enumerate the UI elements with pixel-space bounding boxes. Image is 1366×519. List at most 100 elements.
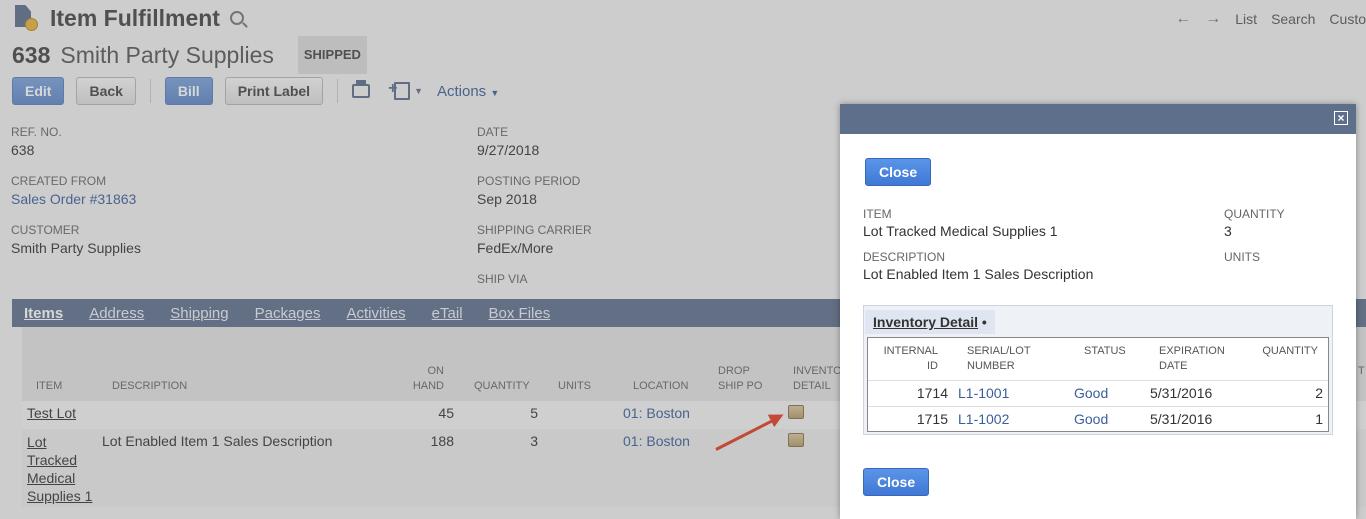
item-link-line[interactable]: Tracked (27, 451, 92, 469)
search-icon[interactable] (229, 11, 244, 25)
edit-button[interactable]: Edit (12, 77, 65, 105)
col-serial-lot: SERIAL/LOT (967, 345, 1031, 357)
col-on: ON (427, 365, 445, 377)
ref-no-label: REF. NO. (11, 125, 62, 139)
close-button-bottom[interactable]: Close (863, 468, 930, 496)
status-link[interactable]: Good (1074, 411, 1108, 427)
print-label-button[interactable]: Print Label (224, 77, 324, 105)
customer-value: Smith Party Supplies (11, 240, 141, 256)
col-date: DATE (1159, 360, 1188, 372)
quantity-value: 5 (530, 405, 538, 421)
col-status: STATUS (1084, 345, 1126, 357)
table-row: 1714 L1-1001 Good 5/31/2016 2 (868, 380, 1328, 406)
primary-fields-col1: REF. NO. 638 CREATED FROM Sales Order #3… (11, 125, 141, 278)
tab-shipping[interactable]: Shipping (170, 305, 228, 322)
location-link[interactable]: 01: Boston (623, 433, 690, 449)
tab-items[interactable]: Items (24, 305, 63, 322)
col-number: NUMBER (967, 360, 1015, 372)
back-arrow-icon[interactable]: ← (1175, 10, 1191, 28)
list-link[interactable]: List (1235, 11, 1257, 27)
tab-box-files[interactable]: Box Files (489, 305, 551, 322)
record-heading: 638 Smith Party Supplies SHIPPED (12, 36, 367, 74)
description-value: Lot Enabled Item 1 Sales Description (863, 266, 1094, 282)
close-button-top[interactable]: Close (865, 158, 932, 186)
item-value: Lot Tracked Medical Supplies 1 (863, 223, 1058, 239)
back-button[interactable]: Back (76, 77, 136, 105)
date-label: DATE (477, 125, 509, 139)
date-value: 9/27/2018 (477, 142, 540, 158)
item-link-line[interactable]: Lot (27, 433, 92, 451)
status-link[interactable]: Good (1074, 385, 1108, 401)
record-type-title: Item Fulfillment (50, 4, 220, 31)
close-icon[interactable]: × (1334, 111, 1348, 125)
item-link-multiline[interactable]: Lot Tracked Medical Supplies 1 (27, 433, 92, 505)
toolbar: Edit Back Bill Print Label ▼ Actions ▼ (12, 77, 499, 105)
primary-fields-col2: DATE 9/27/2018 POSTING PERIOD Sep 2018 S… (477, 125, 592, 289)
serial-lot-link[interactable]: L1-1002 (958, 411, 1009, 427)
expiration-value: 5/31/2016 (1150, 385, 1213, 401)
col-location: LOCATION (633, 380, 689, 392)
forward-arrow-icon[interactable]: → (1205, 10, 1221, 28)
col-description: DESCRIPTION (112, 380, 188, 392)
col-item: ITEM (36, 380, 63, 392)
col-hand: HAND (412, 380, 444, 392)
item-link-line[interactable]: Supplies 1 (27, 487, 92, 505)
popup-item-field: ITEM Lot Tracked Medical Supplies 1 (863, 207, 1058, 239)
serial-lot-link[interactable]: L1-1001 (958, 385, 1009, 401)
tab-inventory-detail[interactable]: Inventory Detail • (865, 310, 995, 334)
toolbar-divider (149, 79, 151, 103)
description-value: Lot Enabled Item 1 Sales Description (102, 433, 333, 449)
col-expiration: EXPIRATION (1159, 345, 1225, 357)
col-internal: INTERNAL (883, 345, 938, 357)
toolbar-divider (337, 79, 339, 103)
tab-address[interactable]: Address (89, 305, 144, 322)
col-drop: DROP (718, 365, 750, 377)
chevron-down-icon[interactable]: ▼ (414, 86, 423, 96)
title-row: Item Fulfillment (12, 4, 244, 32)
popup-header: × (840, 104, 1356, 134)
customize-link[interactable]: Custo (1329, 11, 1366, 27)
tab-activities[interactable]: Activities (346, 305, 405, 322)
on-hand-value: 188 (430, 433, 454, 449)
col-invento: INVENTO (793, 365, 842, 377)
shipping-carrier-value: FedEx/More (477, 240, 554, 256)
tab-packages[interactable]: Packages (255, 305, 321, 322)
ship-via-label: SHIP VIA (477, 272, 528, 286)
customer-label: CUSTOMER (11, 223, 80, 237)
row-quantity-value: 2 (1315, 385, 1323, 401)
on-hand-value: 45 (438, 405, 454, 421)
item-fulfillment-icon (12, 5, 38, 31)
posting-period-label: POSTING PERIOD (477, 174, 581, 188)
inventory-detail-icon[interactable] (788, 405, 804, 419)
popup-units-field: UNITS (1224, 250, 1260, 266)
item-link[interactable]: Test Lot (27, 405, 76, 421)
export-icon[interactable] (388, 80, 411, 100)
item-link-line[interactable]: Medical (27, 469, 92, 487)
inventory-detail-popup: × Close ITEM Lot Tracked Medical Supplie… (840, 104, 1356, 519)
bill-button[interactable]: Bill (164, 77, 213, 105)
record-number: 638 (12, 41, 51, 68)
inventory-detail-icon[interactable] (788, 433, 804, 447)
col-detail: DETAIL (793, 380, 831, 392)
print-icon[interactable] (352, 80, 371, 98)
col-ship-po: SHIP PO (718, 380, 763, 392)
col-id: ID (927, 360, 938, 372)
popup-quantity-field: QUANTITY 3 (1224, 207, 1285, 239)
posting-period-value: Sep 2018 (477, 191, 537, 207)
actions-menu[interactable]: Actions ▼ (437, 83, 499, 100)
popup-description-field: DESCRIPTION Lot Enabled Item 1 Sales Des… (863, 250, 1093, 282)
description-label: DESCRIPTION (863, 250, 946, 264)
tab-etail[interactable]: eTail (432, 305, 463, 322)
search-link[interactable]: Search (1271, 11, 1315, 27)
col-quantity: QUANTITY (1262, 345, 1318, 357)
units-label: UNITS (1224, 250, 1260, 264)
col-quantity: QUANTITY (474, 380, 530, 392)
inventory-detail-table: INTERNAL ID SERIAL/LOT NUMBER STATUS EXP… (867, 337, 1329, 432)
item-label: ITEM (863, 207, 892, 221)
table-row: 1715 L1-1002 Good 5/31/2016 1 (868, 406, 1328, 432)
inventory-detail-tab-label: Inventory Detail (873, 314, 979, 330)
internal-id-value: 1714 (916, 385, 948, 401)
location-link[interactable]: 01: Boston (623, 405, 690, 421)
row-quantity-value: 1 (1315, 411, 1323, 427)
created-from-link[interactable]: Sales Order #31863 (11, 191, 141, 207)
